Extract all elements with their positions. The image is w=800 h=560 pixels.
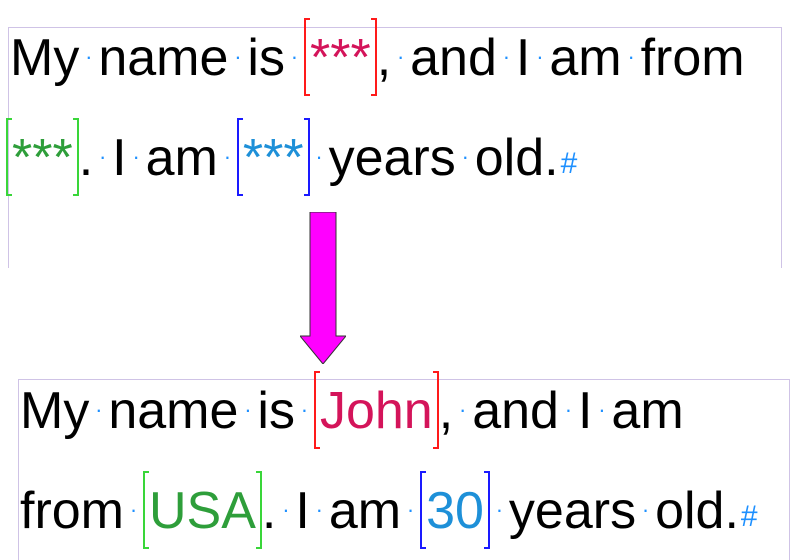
word: is [257, 382, 295, 440]
space-mark: · [132, 144, 140, 170]
template-line-2: ***. · I · am · *** · years · old.# [6, 118, 578, 196]
word: old. [655, 482, 739, 540]
space-mark: · [244, 397, 252, 423]
space-mark: · [461, 144, 469, 170]
space-mark: · [396, 44, 405, 70]
word: years [328, 129, 456, 187]
space-mark: · [99, 144, 107, 170]
word: My [10, 29, 80, 87]
space-mark: · [641, 497, 650, 523]
word: am [145, 129, 218, 187]
paragraph-end-mark: # [560, 147, 578, 180]
space-mark: · [564, 397, 573, 423]
word: name [98, 29, 229, 87]
filled-line-2: from · USA. · I · am · 30 · years · old.# [20, 471, 758, 549]
paragraph-end-mark: # [740, 500, 758, 533]
word: I [577, 382, 593, 440]
space-mark: · [315, 497, 323, 523]
word: I [515, 29, 531, 87]
filled-line-1: My · name · is · John, · and · I · am [20, 371, 684, 449]
down-arrow-icon [300, 212, 346, 364]
name-filled-field: John [313, 371, 439, 449]
period: . [261, 482, 277, 540]
word: is [247, 29, 285, 87]
word: am [611, 382, 684, 440]
word: I [112, 129, 127, 187]
word: from [640, 29, 745, 87]
space-mark: · [234, 44, 242, 70]
space-mark: · [315, 144, 323, 170]
comma: , [376, 29, 392, 87]
space-mark: · [459, 397, 467, 423]
comma: , [438, 382, 454, 440]
space-mark: · [95, 397, 103, 423]
space-mark: · [406, 497, 415, 523]
space-mark: · [85, 44, 93, 70]
country-placeholder-field: *** [6, 118, 79, 196]
word: old. [474, 129, 559, 187]
space-mark: · [129, 497, 138, 523]
word: and [472, 382, 559, 440]
word: am [549, 29, 622, 87]
word: name [108, 382, 239, 440]
word: and [410, 29, 497, 87]
word: years [508, 482, 637, 540]
space-mark: · [502, 44, 511, 70]
name-placeholder-field: *** [303, 18, 377, 96]
word: am [328, 482, 402, 540]
space-mark: · [598, 397, 606, 423]
space-mark: · [282, 497, 290, 523]
space-mark: · [536, 44, 544, 70]
age-placeholder-field: *** [236, 118, 310, 196]
period: . [78, 129, 94, 187]
space-mark: · [627, 44, 635, 70]
word: My [20, 382, 90, 440]
word: from [20, 482, 124, 540]
space-mark: · [300, 397, 309, 423]
word: I [295, 482, 310, 540]
age-filled-field: 30 [420, 471, 490, 549]
template-line-1: My · name · is · ***, · and · I · am · from [10, 18, 745, 96]
space-mark: · [223, 144, 232, 170]
space-mark: · [495, 497, 504, 523]
country-filled-field: USA [143, 471, 262, 549]
space-mark: · [290, 44, 299, 70]
